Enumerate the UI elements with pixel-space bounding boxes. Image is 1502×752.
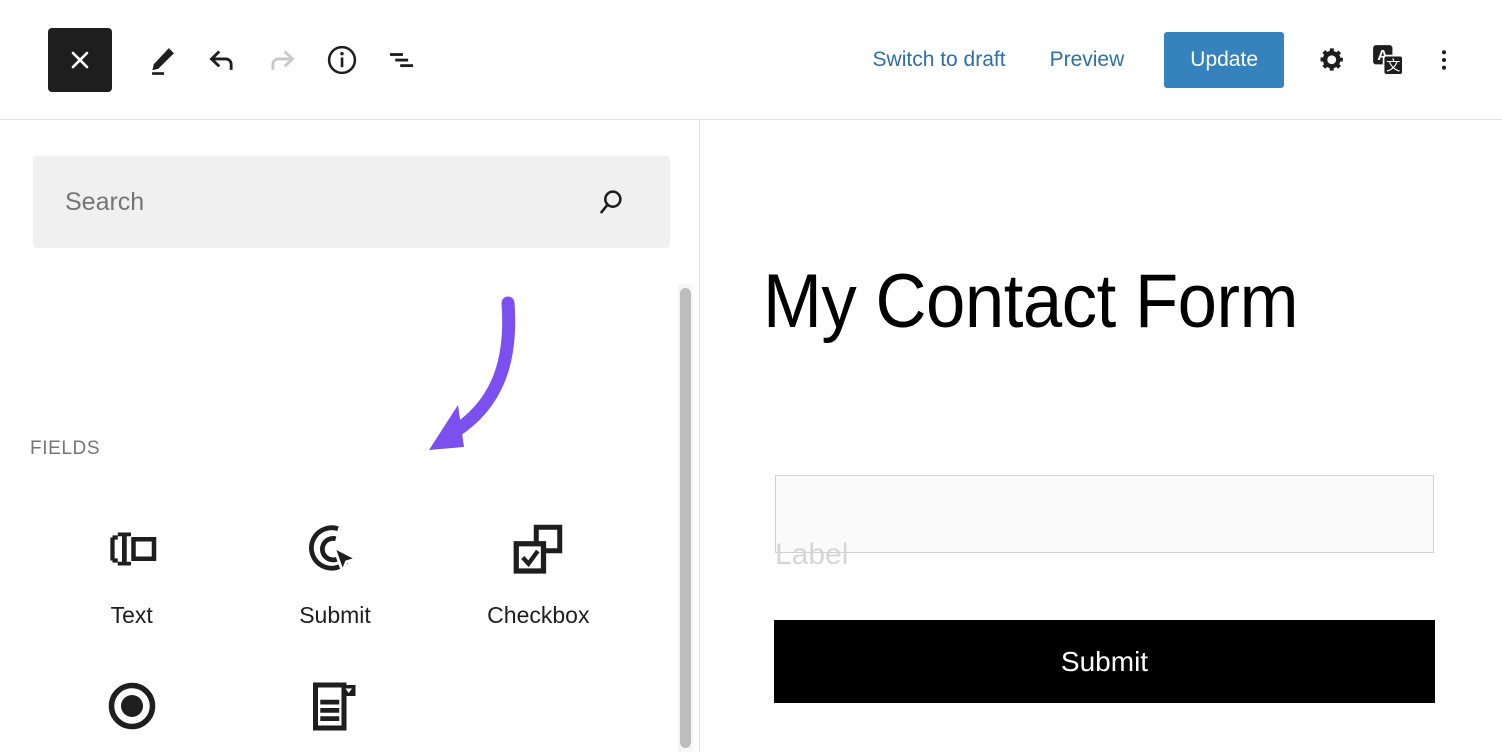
blocks-grid: Text Submit Checkbox (30, 500, 640, 752)
translate-button[interactable]: A 文 (1360, 32, 1416, 88)
search-input[interactable] (33, 186, 594, 218)
block-item-dropdown[interactable]: Dropdown (233, 657, 436, 752)
redo-arrow-icon (271, 49, 295, 70)
submit-click-icon (305, 518, 365, 580)
redo-button[interactable] (252, 30, 312, 90)
page-title[interactable]: My Contact Form (763, 258, 1298, 345)
three-dots-vertical-icon (1441, 49, 1447, 70)
block-item-checkbox[interactable]: Checkbox (437, 500, 640, 633)
form-submit-button[interactable]: Submit (774, 620, 1435, 703)
search-field-wrapper[interactable] (33, 156, 670, 248)
form-text-input[interactable] (775, 475, 1434, 553)
switch-to-draft-button[interactable]: Switch to draft (851, 48, 1028, 72)
update-button[interactable]: Update (1164, 31, 1284, 88)
block-label: Checkbox (487, 602, 590, 628)
list-view-button[interactable] (372, 30, 432, 90)
editor-header: Switch to draft Preview Update A 文 (0, 0, 1502, 120)
info-circle-icon (327, 45, 357, 74)
block-label: Submit (299, 602, 371, 628)
details-button[interactable] (312, 30, 372, 90)
sidebar-scrollbar-thumb[interactable] (680, 288, 691, 748)
list-view-icon (390, 52, 414, 67)
checkbox-icon (508, 518, 568, 580)
block-item-radio[interactable]: Radio (30, 657, 233, 752)
header-left-tools (0, 0, 432, 119)
gear-icon (1320, 47, 1343, 71)
edit-tool-button[interactable] (132, 30, 192, 90)
preview-button[interactable]: Preview (1028, 48, 1147, 72)
block-item-submit[interactable]: Submit (233, 500, 436, 633)
undo-button[interactable] (192, 30, 252, 90)
block-label: Text (110, 602, 153, 628)
settings-button[interactable] (1304, 32, 1360, 88)
header-right-actions: Switch to draft Preview Update A 文 (851, 0, 1472, 119)
text-field-icon (102, 518, 162, 580)
undo-arrow-icon (209, 49, 233, 70)
more-options-button[interactable] (1416, 32, 1472, 88)
radio-button-icon (102, 675, 162, 737)
section-heading-fields: FIELDS (30, 438, 101, 459)
form-field-label[interactable]: Label (775, 538, 848, 572)
close-button[interactable] (48, 27, 112, 92)
editor-canvas: My Contact Form Label Submit (701, 120, 1502, 752)
svg-text:文: 文 (1386, 57, 1400, 74)
search-icon (594, 185, 628, 219)
block-inserter-panel: FIELDS Text (0, 120, 700, 752)
translate-icon: A 文 (1373, 44, 1404, 76)
close-icon (71, 51, 89, 68)
pencil-edit-icon (152, 47, 174, 75)
dropdown-icon (305, 675, 365, 737)
block-item-text[interactable]: Text (30, 500, 233, 633)
